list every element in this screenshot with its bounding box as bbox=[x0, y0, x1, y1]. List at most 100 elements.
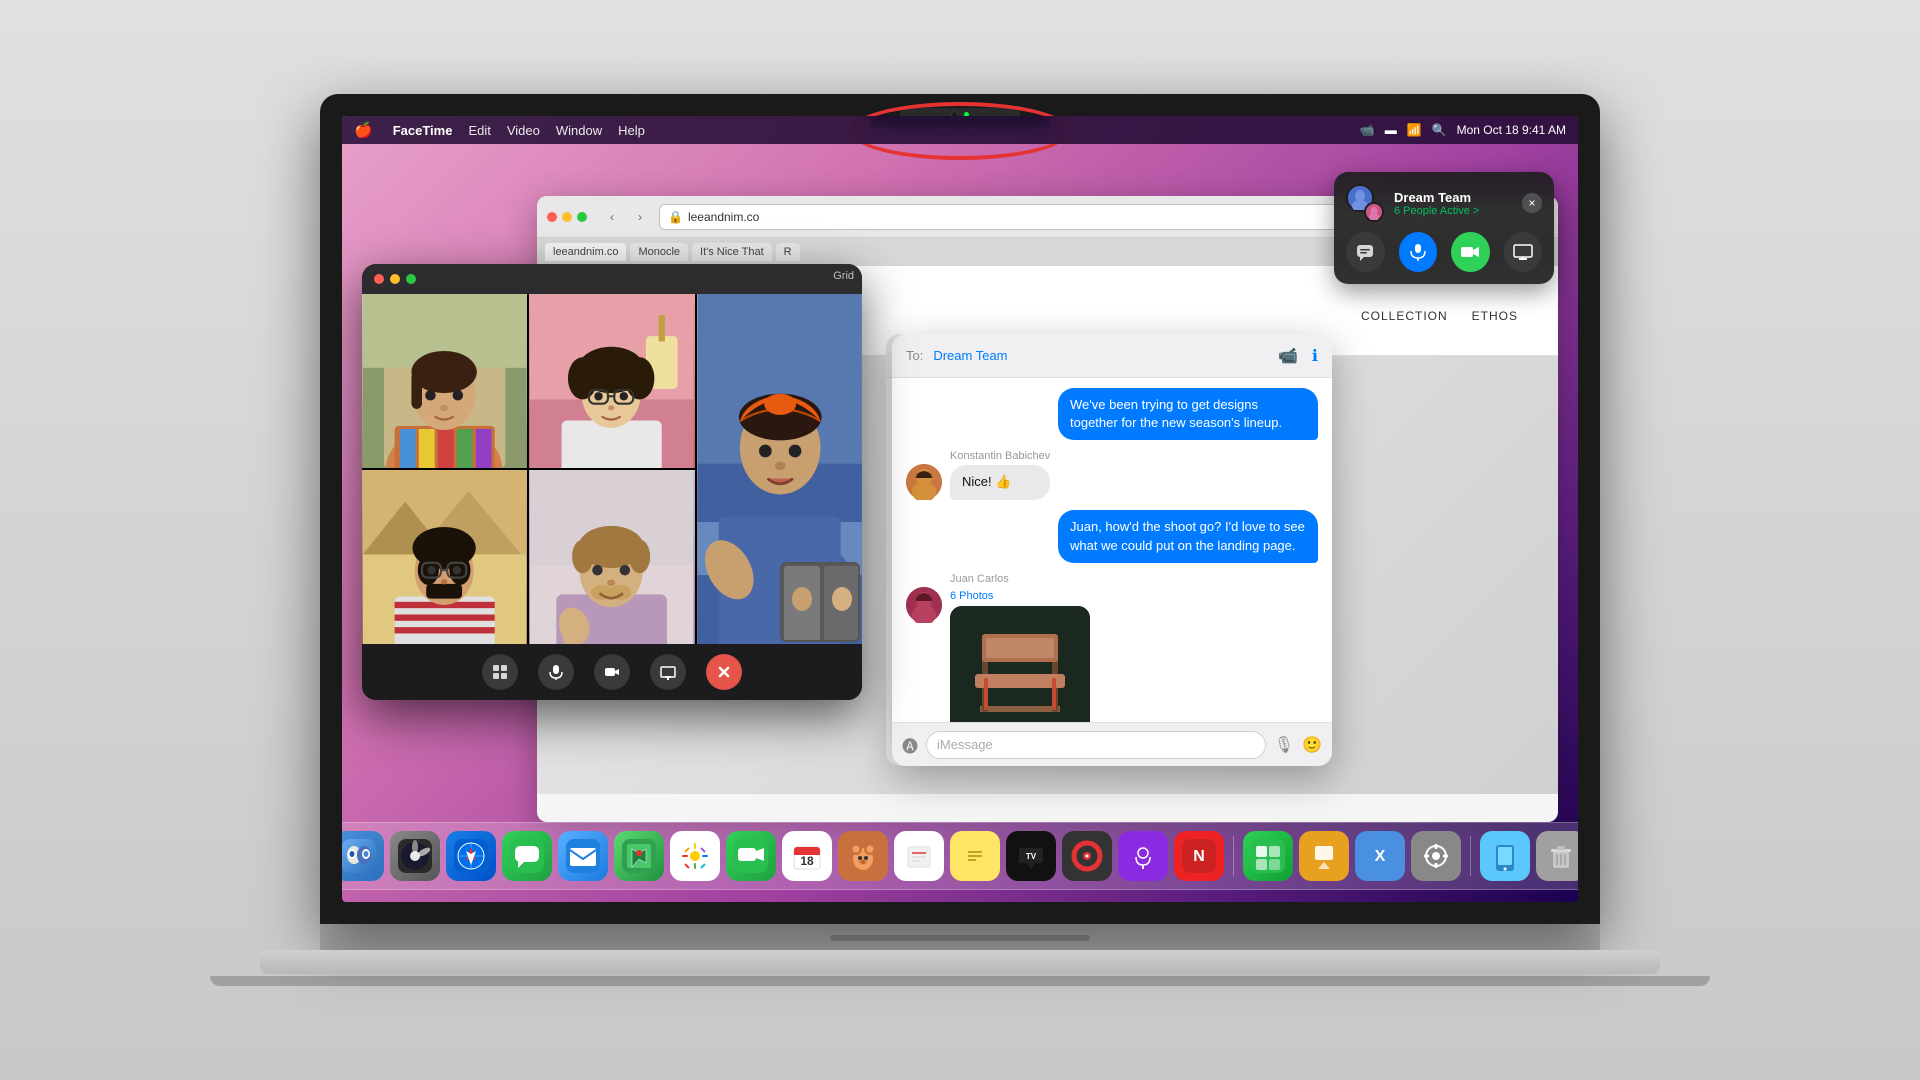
dock-facetime-icon[interactable] bbox=[726, 831, 776, 881]
dock-reminders-icon[interactable] bbox=[894, 831, 944, 881]
menu-bar-left: 🍎 FaceTime Edit Video Window Help bbox=[354, 121, 645, 139]
message-item-sent-2: Juan, how'd the shoot go? I'd love to se… bbox=[906, 510, 1318, 562]
launchpad-svg bbox=[398, 839, 432, 873]
dock-notes-icon[interactable] bbox=[950, 831, 1000, 881]
messages-titlebar: To: Dream Team 📹 ℹ bbox=[892, 334, 1332, 378]
browser-back-button[interactable]: ‹ bbox=[601, 206, 623, 228]
browser-tab-r[interactable]: R bbox=[776, 243, 800, 261]
notification-audio-button[interactable] bbox=[1399, 232, 1438, 272]
browser-tab-itsnicethat[interactable]: It's Nice That bbox=[692, 243, 772, 261]
facetime-participant-1 bbox=[362, 294, 527, 468]
dock-photos-icon[interactable] bbox=[670, 831, 720, 881]
facetime-participant-2 bbox=[529, 294, 694, 468]
notification-text: Dream Team 6 People Active > bbox=[1394, 190, 1479, 217]
dock-podcasts-icon[interactable] bbox=[1118, 831, 1168, 881]
facetime-close-button[interactable] bbox=[374, 274, 384, 284]
window-close-button[interactable] bbox=[547, 212, 557, 222]
facetime-video-button[interactable] bbox=[594, 654, 630, 690]
screen-display: 🍎 FaceTime Edit Video Window Help 📹 ▬ 📶 … bbox=[342, 116, 1578, 902]
trash-svg bbox=[1544, 839, 1578, 873]
facetime-dock-svg bbox=[734, 839, 768, 873]
facetime-grid-toggle-button[interactable] bbox=[482, 654, 518, 690]
dock-safari-icon[interactable] bbox=[446, 831, 496, 881]
notification-video-button[interactable] bbox=[1451, 232, 1490, 272]
notification-actions bbox=[1346, 232, 1542, 272]
xcode-svg: X bbox=[1363, 839, 1397, 873]
dock-music-icon[interactable] bbox=[1062, 831, 1112, 881]
apple-logo-icon[interactable]: 🍎 bbox=[354, 121, 373, 139]
facetime-end-call-button[interactable] bbox=[706, 654, 742, 690]
photo-attachment[interactable] bbox=[950, 606, 1090, 722]
menu-bar-video[interactable]: Video bbox=[507, 123, 540, 138]
svg-text:N: N bbox=[1193, 848, 1205, 865]
dock-messages-icon[interactable] bbox=[502, 831, 552, 881]
chair-photo-svg bbox=[950, 606, 1090, 722]
menu-bar-app-name[interactable]: FaceTime bbox=[393, 123, 453, 138]
message-group-received-2: Juan Carlos 6 Photos bbox=[906, 573, 1318, 722]
facetime-screen-share-button[interactable] bbox=[650, 654, 686, 690]
macbook-chin bbox=[830, 935, 1090, 941]
messages-input-field[interactable]: iMessage bbox=[926, 731, 1266, 759]
thumbnail-visual bbox=[782, 564, 860, 642]
facetime-maximize-button[interactable] bbox=[406, 274, 416, 284]
notification-screen-button[interactable] bbox=[1504, 232, 1543, 272]
dock-trash-icon[interactable] bbox=[1536, 831, 1578, 881]
dock-screentime-icon[interactable] bbox=[1480, 831, 1530, 881]
browser-nav: ‹ › bbox=[601, 206, 651, 228]
video-notif-icon bbox=[1460, 242, 1480, 262]
menu-bar-edit[interactable]: Edit bbox=[468, 123, 490, 138]
dock-calendar-icon[interactable]: 18 bbox=[782, 831, 832, 881]
dock-tv-icon[interactable]: TV bbox=[1006, 831, 1056, 881]
facetime-mic-button[interactable] bbox=[538, 654, 574, 690]
messages-audio-icon[interactable]: 🎙 bbox=[1274, 735, 1294, 755]
maps-svg bbox=[622, 839, 656, 873]
facetime-minimize-button[interactable] bbox=[390, 274, 400, 284]
messages-emoji-icon[interactable]: 🙂 bbox=[1302, 735, 1322, 755]
photos-count-label[interactable]: 6 Photos bbox=[950, 590, 1090, 602]
browser-forward-button[interactable]: › bbox=[629, 206, 651, 228]
nav-collection[interactable]: COLLECTION bbox=[1361, 309, 1448, 323]
dock-settings-icon[interactable] bbox=[1411, 831, 1461, 881]
browser-tab-leeandnim[interactable]: leeandnim.co bbox=[545, 243, 626, 261]
grid-toggle-icon bbox=[492, 664, 508, 680]
window-minimize-button[interactable] bbox=[562, 212, 572, 222]
notes-svg bbox=[958, 839, 992, 873]
notification-close-button[interactable]: × bbox=[1522, 193, 1542, 213]
participant-face-2 bbox=[529, 294, 694, 468]
dock-xcode-icon[interactable]: X bbox=[1355, 831, 1405, 881]
macbook-bottom-bar bbox=[320, 924, 1600, 952]
dock-bear-icon[interactable] bbox=[838, 831, 888, 881]
messages-app-icon[interactable]: 🅐 bbox=[902, 733, 918, 757]
juan-messages: Juan Carlos 6 Photos bbox=[950, 573, 1090, 722]
participant-face-4 bbox=[362, 470, 527, 644]
message-item-sent-1: We've been trying to get designs togethe… bbox=[906, 388, 1318, 440]
nav-ethos[interactable]: ETHOS bbox=[1472, 309, 1518, 323]
macbook-foot bbox=[210, 976, 1710, 986]
messages-svg bbox=[510, 839, 544, 873]
dock-news-icon[interactable]: N bbox=[1174, 831, 1224, 881]
menu-bar: 🍎 FaceTime Edit Video Window Help 📹 ▬ 📶 … bbox=[342, 116, 1578, 144]
notification-avatar-small bbox=[1364, 202, 1384, 222]
menu-bar-right: 📹 ▬ 📶 🔍 Mon Oct 18 9:41 AM bbox=[1360, 123, 1566, 137]
messages-video-icon[interactable]: 📹 bbox=[1278, 346, 1298, 366]
browser-tab-monocle[interactable]: Monocle bbox=[630, 243, 688, 261]
safari-svg bbox=[454, 839, 488, 873]
menu-bar-window[interactable]: Window bbox=[556, 123, 602, 138]
notification-message-button[interactable] bbox=[1346, 232, 1385, 272]
dock-launchpad-icon[interactable] bbox=[390, 831, 440, 881]
lock-icon: 🔒 bbox=[668, 210, 683, 224]
mic-notif-icon bbox=[1408, 242, 1428, 262]
screen-notif-icon bbox=[1513, 242, 1533, 262]
dock-numbers-icon[interactable] bbox=[1243, 831, 1293, 881]
podcasts-svg bbox=[1126, 839, 1160, 873]
window-maximize-button[interactable] bbox=[577, 212, 587, 222]
messages-body: We've been trying to get designs togethe… bbox=[892, 378, 1332, 722]
menu-bar-help[interactable]: Help bbox=[618, 123, 645, 138]
messages-info-icon[interactable]: ℹ bbox=[1312, 346, 1318, 366]
dock-keynote-icon[interactable] bbox=[1299, 831, 1349, 881]
dock-mail-icon[interactable] bbox=[558, 831, 608, 881]
dock-maps-icon[interactable] bbox=[614, 831, 664, 881]
search-icon[interactable]: 🔍 bbox=[1432, 123, 1447, 137]
dock-finder-icon[interactable] bbox=[342, 831, 384, 881]
url-text[interactable]: leeandnim.co bbox=[688, 210, 759, 224]
